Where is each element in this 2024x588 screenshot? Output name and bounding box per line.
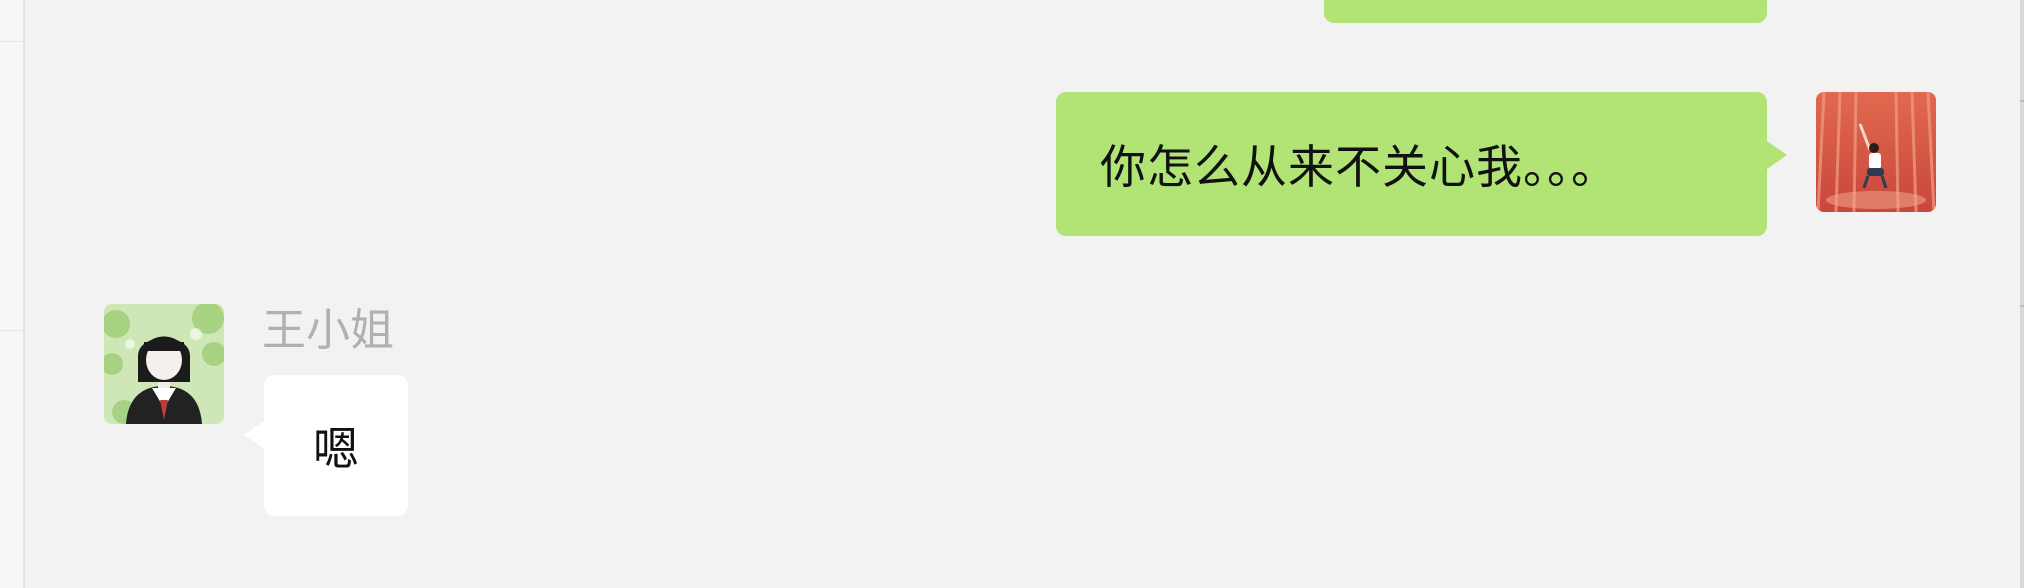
- left-panel-divider: [0, 330, 23, 331]
- scrollbar-track[interactable]: [2020, 0, 2024, 588]
- incoming-message-bubble[interactable]: 嗯: [264, 375, 408, 516]
- contact-avatar[interactable]: [104, 304, 224, 424]
- message-text: 嗯: [313, 421, 359, 476]
- bubble-tail: [1767, 141, 1787, 169]
- left-panel-divider: [0, 41, 23, 42]
- user-avatar-photo-icon: [1816, 92, 1936, 212]
- scrollbar-marker: [2020, 100, 2024, 102]
- scrollbar-marker: [2020, 305, 2024, 307]
- bubble-tail: [244, 421, 264, 449]
- message-text: 你怎么从来不关心我。。。: [1100, 140, 1618, 194]
- sender-name: 王小姐: [262, 305, 394, 356]
- my-avatar[interactable]: [1816, 92, 1936, 212]
- outgoing-message-bubble[interactable]: 你怎么从来不关心我。。。: [1056, 92, 1767, 236]
- outgoing-message-bubble[interactable]: [1324, 0, 1767, 23]
- left-panel-edge: [0, 0, 25, 588]
- contact-avatar-illustration-icon: [104, 304, 224, 424]
